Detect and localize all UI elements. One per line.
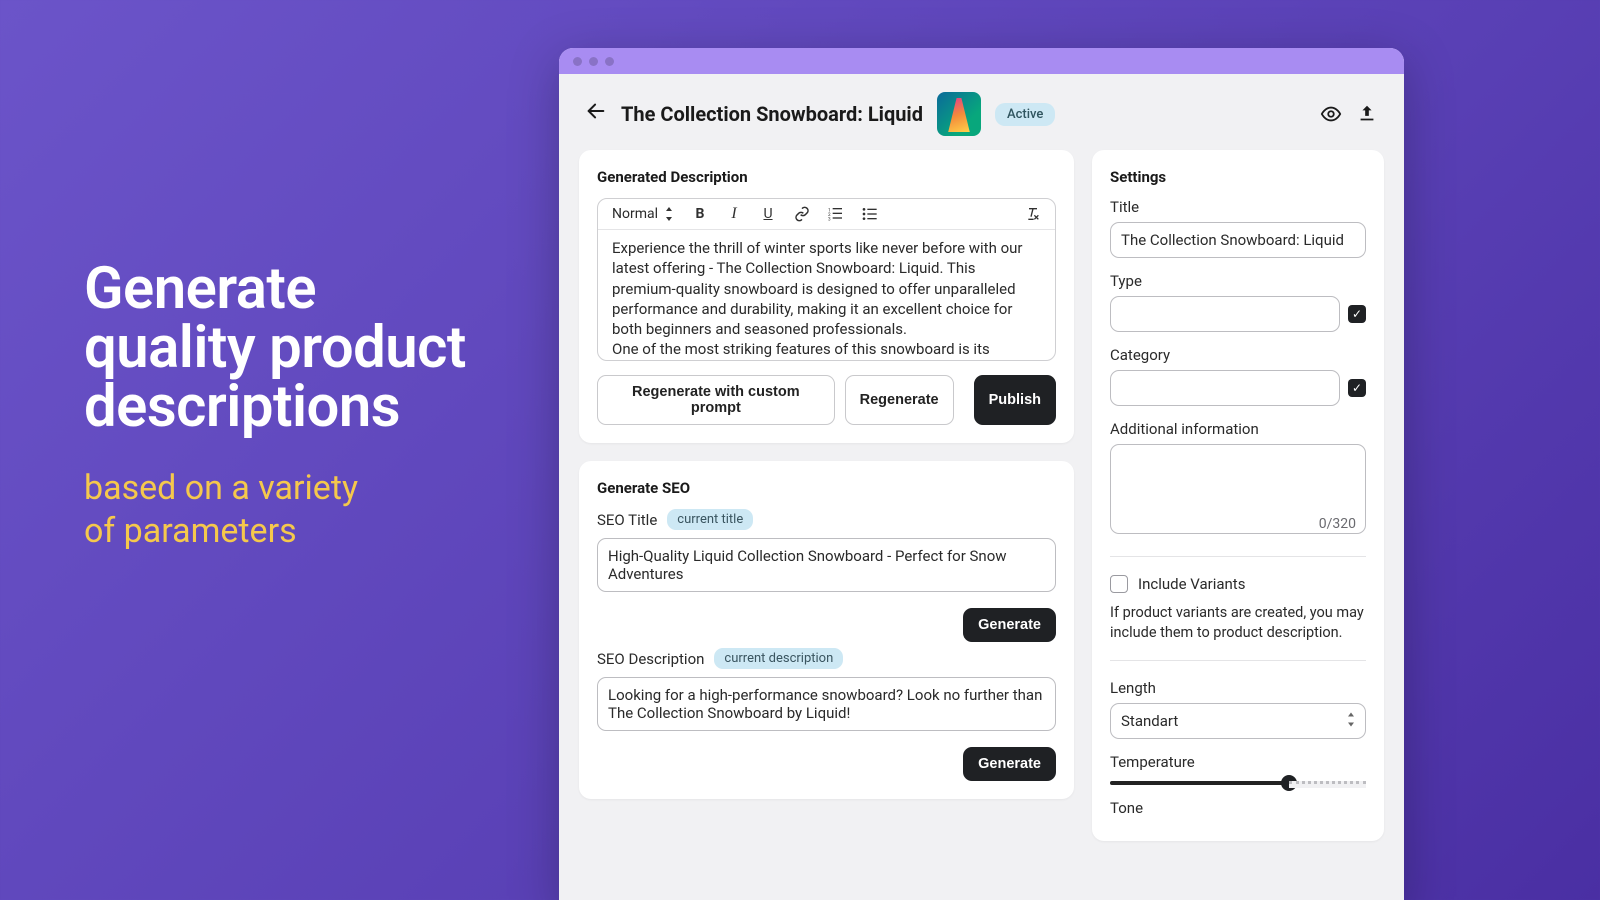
promo-text: Generate quality product descriptions ba…	[84, 260, 466, 552]
editor-content[interactable]: Experience the thrill of winter sports l…	[598, 230, 1055, 360]
bullet-list-icon[interactable]	[862, 206, 878, 222]
card-heading: Generated Description	[597, 168, 1056, 186]
product-thumbnail	[937, 92, 981, 136]
link-icon[interactable]	[794, 206, 810, 222]
tone-label: Tone	[1110, 799, 1366, 817]
seo-desc-label: SEO Description	[597, 650, 704, 668]
title-label: Title	[1110, 198, 1366, 216]
window-dot-icon	[573, 57, 582, 66]
status-badge: Active	[995, 103, 1055, 126]
app-window: The Collection Snowboard: Liquid Active …	[559, 48, 1404, 900]
window-titlebar	[559, 48, 1404, 74]
type-input[interactable]	[1110, 296, 1340, 332]
type-label: Type	[1110, 272, 1366, 290]
settings-card: Settings Title Type ✓ Category ✓ Additio…	[1092, 150, 1384, 841]
window-dot-icon	[589, 57, 598, 66]
temperature-slider[interactable]	[1110, 781, 1366, 785]
svg-text:3: 3	[828, 217, 831, 222]
current-title-pill: current title	[667, 509, 753, 530]
format-select-label: Normal	[612, 206, 658, 222]
card-heading: Generate SEO	[597, 479, 1056, 497]
seo-desc-input[interactable]	[597, 677, 1056, 731]
temperature-label: Temperature	[1110, 753, 1366, 771]
additional-info-label: Additional information	[1110, 420, 1366, 438]
regenerate-button[interactable]: Regenerate	[845, 375, 954, 425]
italic-icon[interactable]: I	[726, 206, 742, 222]
seo-title-input[interactable]	[597, 538, 1056, 592]
promo-subtitle: based on a variety of parameters	[84, 467, 466, 552]
ordered-list-icon[interactable]: 123	[828, 206, 844, 222]
length-select[interactable]	[1110, 703, 1366, 739]
category-label: Category	[1110, 346, 1366, 364]
editor-toolbar: Normal B I U 123	[598, 199, 1055, 230]
category-checkbox[interactable]: ✓	[1348, 379, 1366, 397]
regenerate-custom-button[interactable]: Regenerate with custom prompt	[597, 375, 835, 425]
category-input[interactable]	[1110, 370, 1340, 406]
seo-title-label: SEO Title	[597, 511, 657, 529]
promo-headline: Generate quality product descriptions	[84, 260, 466, 437]
format-select[interactable]: Normal	[612, 206, 674, 222]
current-desc-pill: current description	[714, 648, 843, 669]
page-header: The Collection Snowboard: Liquid Active	[559, 74, 1404, 150]
preview-icon[interactable]	[1320, 103, 1342, 125]
underline-icon[interactable]: U	[760, 206, 776, 222]
include-variants-help: If product variants are created, you may…	[1110, 603, 1366, 642]
generated-description-card: Generated Description Normal B I U	[579, 150, 1074, 443]
rich-text-editor: Normal B I U 123	[597, 198, 1056, 361]
slider-thumb[interactable]	[1281, 775, 1297, 791]
window-dot-icon	[605, 57, 614, 66]
title-input[interactable]	[1110, 222, 1366, 258]
publish-button[interactable]: Publish	[974, 375, 1056, 425]
include-variants-label: Include Variants	[1138, 575, 1245, 593]
card-heading: Settings	[1110, 168, 1366, 186]
type-checkbox[interactable]: ✓	[1348, 305, 1366, 323]
bold-icon[interactable]: B	[692, 206, 708, 222]
include-variants-checkbox[interactable]	[1110, 575, 1128, 593]
divider	[1110, 556, 1366, 557]
page-title: The Collection Snowboard: Liquid	[621, 102, 923, 126]
clear-format-icon[interactable]	[1025, 206, 1041, 222]
generate-seo-card: Generate SEO SEO Title current title Gen…	[579, 461, 1074, 799]
generate-seo-desc-button[interactable]: Generate	[963, 747, 1056, 781]
back-arrow-icon[interactable]	[585, 100, 607, 128]
generate-seo-title-button[interactable]: Generate	[963, 608, 1056, 642]
divider	[1110, 660, 1366, 661]
share-icon[interactable]	[1356, 103, 1378, 125]
length-label: Length	[1110, 679, 1366, 697]
char-counter: 0/320	[1319, 516, 1356, 532]
